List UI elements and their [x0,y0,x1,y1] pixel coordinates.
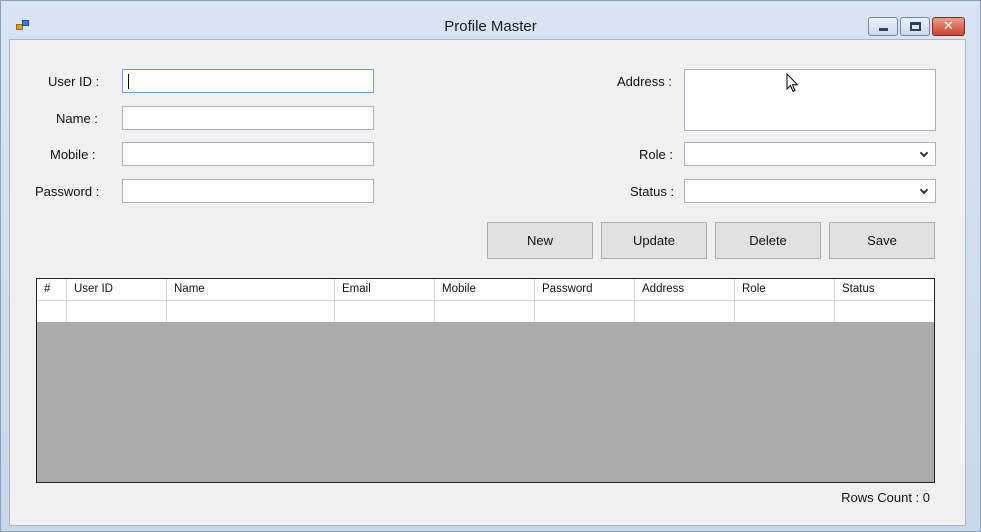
user-id-label: User ID : [48,74,100,89]
address-textarea[interactable] [684,69,936,131]
password-input[interactable] [122,179,374,203]
name-input[interactable] [122,106,374,130]
window-controls: ✕ [866,17,965,36]
column-header[interactable]: Address [635,279,735,300]
table-cell[interactable] [535,301,635,322]
table-cell[interactable] [635,301,735,322]
new-button[interactable]: New [487,222,593,259]
chevron-down-icon[interactable] [918,147,932,161]
profiles-data-grid[interactable]: # User ID Name Email Mobile Password Add… [36,278,935,483]
delete-button[interactable]: Delete [715,222,821,259]
column-header[interactable]: Mobile [435,279,535,300]
column-header[interactable]: Status [835,279,934,300]
mouse-pointer-icon [786,73,799,93]
minimize-button[interactable] [868,17,898,36]
mobile-label: Mobile : [50,147,96,162]
table-cell[interactable] [37,301,67,322]
grid-header-row: # User ID Name Email Mobile Password Add… [37,279,934,300]
role-label: Role : [639,147,673,162]
window-title: Profile Master [444,18,537,35]
column-header[interactable]: Email [335,279,435,300]
maximize-button[interactable] [900,17,930,36]
profile-master-window: Profile Master ✕ User ID : Name : Mobile… [0,0,981,532]
status-label: Status : [630,184,675,199]
form-client-area: User ID : Name : Mobile : Password : Add… [9,39,966,526]
column-header[interactable]: User ID [67,279,167,300]
text-caret [128,74,129,89]
name-label: Name : [56,111,98,126]
column-header[interactable]: # [37,279,67,300]
table-cell[interactable] [167,301,335,322]
close-button[interactable]: ✕ [932,17,965,36]
user-id-input[interactable] [122,69,374,93]
table-cell[interactable] [67,301,167,322]
column-header[interactable]: Role [735,279,835,300]
mobile-input[interactable] [122,142,374,166]
address-label: Address : [617,74,672,89]
table-cell[interactable] [835,301,934,322]
maximize-icon [910,22,921,31]
column-header[interactable]: Password [535,279,635,300]
role-select[interactable] [684,142,936,166]
table-cell[interactable] [335,301,435,322]
chevron-down-icon[interactable] [918,184,932,198]
password-label: Password : [35,184,100,199]
table-row[interactable] [37,300,934,322]
save-button[interactable]: Save [829,222,935,259]
close-icon: ✕ [943,19,954,34]
table-cell[interactable] [735,301,835,322]
table-cell[interactable] [435,301,535,322]
minimize-icon [879,28,888,31]
update-button[interactable]: Update [601,222,707,259]
status-select[interactable] [684,179,936,203]
title-bar[interactable]: Profile Master ✕ [1,1,980,39]
column-header[interactable]: Name [167,279,335,300]
rows-count-label: Rows Count : 0 [841,490,930,505]
